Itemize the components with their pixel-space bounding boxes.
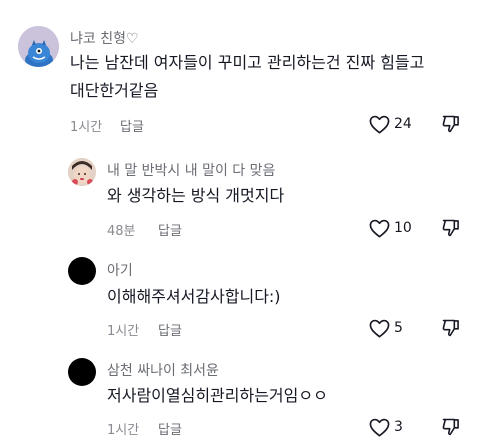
comment-text: 와 생각하는 방식 개멋지다 (107, 186, 285, 205)
reply-button[interactable]: 답글 (120, 116, 144, 135)
thumbs-down-icon (442, 319, 459, 337)
comment-text: 이해해주셔서감사합니다:) (107, 287, 281, 306)
like-button[interactable]: 5 (369, 317, 429, 341)
comment-text-line2: 대단한거같음 (70, 81, 159, 100)
like-count: 3 (394, 419, 403, 435)
comment-username[interactable]: 아기 (107, 260, 133, 280)
like-count: 10 (394, 220, 412, 236)
reply-button[interactable]: 답글 (158, 419, 182, 438)
dislike-button[interactable] (441, 218, 463, 242)
reply-button[interactable]: 답글 (158, 220, 182, 239)
like-button[interactable]: 24 (369, 113, 429, 137)
avatar[interactable] (68, 358, 96, 386)
like-button[interactable]: 10 (369, 217, 429, 241)
comment-time: 48분 (107, 224, 136, 239)
reply-button[interactable]: 답글 (158, 320, 182, 339)
comment-time: 1시간 (107, 324, 140, 339)
thumbs-down-icon (442, 418, 459, 436)
comment-text: 저사람이열심히관리하는거임ㅇㅇ (107, 386, 328, 405)
dislike-button[interactable] (441, 114, 463, 138)
comment-username[interactable]: 삼천 싸나이 최서윤 (107, 360, 219, 380)
heart-icon (369, 418, 390, 437)
avatar[interactable] (68, 158, 96, 186)
like-count: 5 (394, 320, 403, 336)
comment-text: 나는 남잔데 여자들이 꾸미고 관리하는건 진짜 힘들고 (70, 53, 425, 72)
avatar[interactable] (68, 257, 96, 285)
dislike-button[interactable] (441, 318, 463, 342)
heart-icon (369, 319, 390, 338)
comment-username[interactable]: 내 말 반박시 내 말이 다 맞음 (107, 160, 275, 180)
like-count: 24 (394, 116, 412, 132)
blue-monster-avatar-icon (18, 26, 59, 67)
dislike-button[interactable] (441, 417, 463, 441)
heart-icon (369, 115, 390, 134)
comment-username[interactable]: 냐코 친형♡ (70, 28, 139, 48)
heart-icon (369, 219, 390, 238)
thumbs-down-icon (442, 219, 459, 237)
comment-time: 1시간 (107, 423, 140, 438)
like-button[interactable]: 3 (369, 416, 429, 440)
photo-avatar-icon (68, 158, 96, 186)
avatar[interactable] (18, 26, 59, 67)
thumbs-down-icon (442, 115, 459, 133)
comment-time: 1시간 (70, 120, 103, 135)
